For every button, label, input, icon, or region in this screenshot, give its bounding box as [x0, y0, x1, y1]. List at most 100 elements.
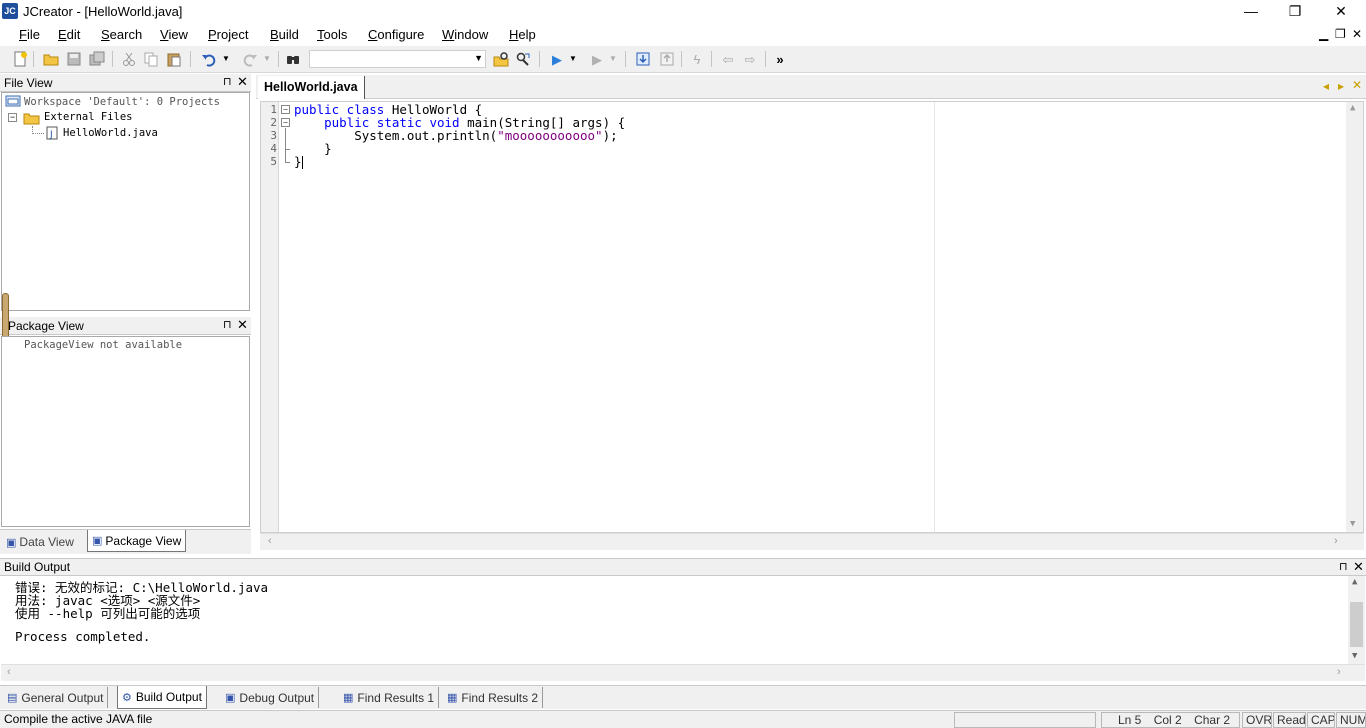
run-dropdown-icon[interactable]: ▼	[568, 50, 578, 68]
tab-find-results-2[interactable]: ▦ Find Results 2	[443, 687, 544, 708]
toggle-breakpoint-icon[interactable]: ϟ	[688, 50, 706, 68]
debug-output-icon: ▣	[225, 692, 236, 704]
file-view-tree: Workspace 'Default': 0 Projects − Extern…	[1, 92, 250, 311]
scroll-up-icon[interactable]: ▲	[1350, 103, 1355, 113]
toolbar-separator	[112, 51, 113, 67]
debug-run-icon[interactable]: ▶	[588, 50, 606, 68]
menu-project[interactable]: Project	[208, 27, 248, 42]
save-icon[interactable]	[65, 50, 83, 68]
collapse-toggle-icon[interactable]: −	[8, 113, 17, 122]
tab-debug-output[interactable]: ▣ Debug Output	[221, 687, 320, 708]
scroll-thumb[interactable]	[1350, 602, 1363, 647]
copy-icon[interactable]	[142, 50, 160, 68]
tab-scroll-left-icon[interactable]: ◂	[1323, 79, 1329, 93]
replace-icon[interactable]	[514, 50, 532, 68]
file-view-header: File View ⊓ ✕	[0, 74, 251, 92]
combo-dropdown-icon[interactable]: ▼	[474, 53, 483, 63]
scroll-right-icon[interactable]: ›	[1334, 535, 1338, 547]
menu-search[interactable]: Search	[101, 27, 142, 42]
debug-dropdown-icon[interactable]: ▼	[608, 50, 618, 68]
cut-icon[interactable]	[120, 50, 138, 68]
menu-configure[interactable]: Configure	[368, 27, 424, 42]
tab-build-output[interactable]: ⚙ Build Output	[117, 686, 207, 709]
tree-file-label[interactable]: HelloWorld.java	[63, 127, 158, 139]
minimize-button[interactable]: —	[1228, 0, 1274, 24]
tab-general-output[interactable]: ▤ General Output	[3, 687, 109, 708]
output-vertical-scrollbar[interactable]: ▲ ▼	[1348, 576, 1365, 664]
right-margin-guide	[934, 102, 935, 532]
status-message: Compile the active JAVA file	[4, 712, 153, 726]
close-editor-icon[interactable]: ✕	[1352, 78, 1362, 92]
toolbar-separator	[33, 51, 34, 67]
pin-icon[interactable]: ⊓	[1339, 560, 1348, 573]
find-binoculars-icon[interactable]	[284, 50, 302, 68]
tab-package-view[interactable]: ▣ Package View	[87, 530, 187, 552]
new-file-icon[interactable]	[11, 50, 29, 68]
redo-dropdown-icon[interactable]: ▼	[262, 50, 272, 68]
menu-tools[interactable]: Tools	[317, 27, 347, 42]
open-folder-icon[interactable]	[42, 50, 60, 68]
close-panel-icon[interactable]: ✕	[1353, 559, 1364, 575]
close-panel-icon[interactable]: ✕	[237, 74, 248, 90]
scroll-left-icon[interactable]: ‹	[7, 666, 11, 678]
java-file-icon: J	[46, 126, 59, 140]
tab-scroll-right-icon[interactable]: ▸	[1338, 79, 1344, 93]
data-view-icon: ▣	[6, 536, 17, 549]
svg-text:J: J	[49, 130, 53, 140]
toolbar-overflow-icon[interactable]: »	[771, 50, 789, 68]
mdi-close-button[interactable]: ✕	[1352, 27, 1362, 41]
close-panel-icon[interactable]: ✕	[237, 317, 248, 333]
redo-icon[interactable]	[241, 50, 259, 68]
scroll-right-icon[interactable]: ›	[1337, 666, 1341, 678]
editor-horizontal-scrollbar[interactable]: ‹ ›	[260, 533, 1364, 550]
general-output-icon: ▤	[7, 692, 18, 704]
editor-vertical-scrollbar[interactable]: ▲ ▼	[1346, 102, 1363, 532]
scroll-up-icon[interactable]: ▲	[1352, 577, 1357, 587]
code-line: }	[294, 154, 303, 169]
menu-help[interactable]: Help	[509, 27, 536, 42]
undo-icon[interactable]	[200, 50, 218, 68]
menu-build[interactable]: Build	[270, 27, 299, 42]
undo-dropdown-icon[interactable]: ▼	[221, 50, 231, 68]
output-horizontal-scrollbar[interactable]: ‹ ›	[1, 664, 1365, 681]
mdi-restore-button[interactable]: ❐	[1335, 27, 1346, 41]
status-line: Ln 5	[1118, 713, 1142, 727]
line-number: 2	[270, 116, 277, 129]
navigate-forward-icon[interactable]: ⇨	[741, 50, 759, 68]
menu-view[interactable]: View	[160, 27, 188, 42]
navigate-back-icon[interactable]: ⇦	[719, 50, 737, 68]
editor-tab-helloworld[interactable]: HelloWorld.java	[258, 76, 365, 99]
restore-button[interactable]: ❐	[1272, 0, 1318, 24]
paste-icon[interactable]	[165, 50, 183, 68]
find-in-files-icon[interactable]	[492, 50, 510, 68]
pin-icon[interactable]: ⊓	[223, 318, 232, 331]
fold-toggle-icon[interactable]: −	[281, 105, 290, 114]
step-out-icon[interactable]	[658, 50, 676, 68]
status-char: Char 2	[1194, 713, 1231, 727]
save-all-icon[interactable]	[88, 50, 106, 68]
menu-file[interactable]: File	[19, 27, 40, 42]
folder-icon	[23, 111, 40, 125]
find-combo-box[interactable]: ▼	[309, 50, 486, 68]
scroll-left-icon[interactable]: ‹	[268, 535, 272, 547]
scroll-down-icon[interactable]: ▼	[1352, 651, 1357, 661]
menu-window[interactable]: Window	[442, 27, 488, 42]
tree-folder-label[interactable]: External Files	[44, 111, 133, 123]
code-editor[interactable]: 1 2 3 4 5 − − public class HelloWorld { …	[260, 101, 1364, 533]
tree-workspace-label[interactable]: Workspace 'Default': 0 Projects	[24, 96, 220, 108]
mdi-minimize-button[interactable]: ▁	[1319, 27, 1328, 41]
pin-icon[interactable]: ⊓	[223, 75, 232, 88]
app-icon: JC	[2, 3, 18, 19]
find-results-icon: ▦	[447, 692, 458, 704]
tab-find-results-1[interactable]: ▦ Find Results 1	[339, 687, 440, 708]
status-read: Read	[1273, 712, 1306, 728]
tab-data-view[interactable]: ▣ Data View	[2, 531, 78, 553]
run-icon[interactable]: ▶	[548, 50, 566, 68]
fold-toggle-icon[interactable]: −	[281, 118, 290, 127]
package-view-header: Package View ⊓ ✕	[0, 317, 251, 335]
close-window-button[interactable]: ✕	[1318, 0, 1364, 24]
step-into-icon[interactable]	[634, 50, 652, 68]
package-view-body: PackageView not available	[1, 336, 250, 527]
menu-edit[interactable]: Edit	[58, 27, 80, 42]
scroll-down-icon[interactable]: ▼	[1350, 519, 1355, 529]
